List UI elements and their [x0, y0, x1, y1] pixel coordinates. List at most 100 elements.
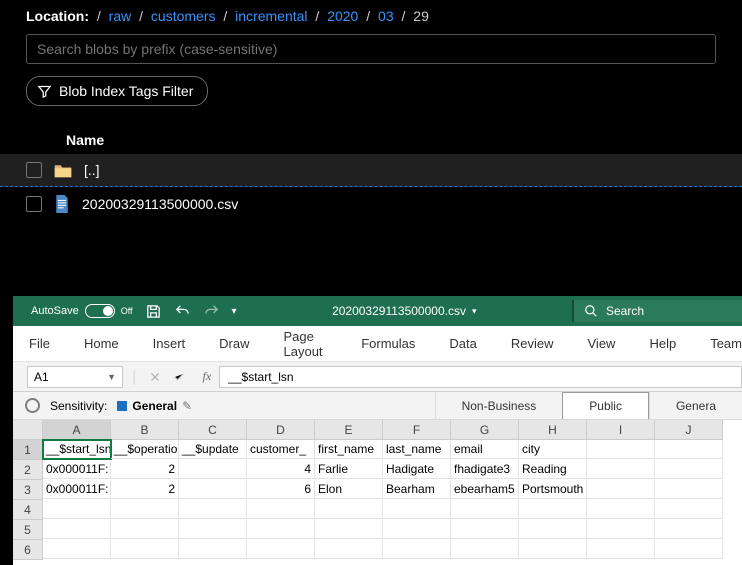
cell[interactable]: __$start_lsn: [43, 440, 111, 459]
column-header[interactable]: H: [519, 420, 587, 440]
column-header-name[interactable]: Name: [0, 106, 742, 154]
cell[interactable]: Hadigate: [383, 460, 451, 479]
cell[interactable]: [43, 540, 111, 559]
cell[interactable]: Farlie: [315, 460, 383, 479]
column-header[interactable]: D: [247, 420, 315, 440]
cell[interactable]: [111, 500, 179, 519]
cell[interactable]: [519, 540, 587, 559]
breadcrumb-link[interactable]: customers: [151, 8, 216, 24]
row-header[interactable]: 5: [13, 520, 43, 540]
cell[interactable]: Bearham: [383, 480, 451, 499]
ribbon-tab[interactable]: Review: [511, 336, 554, 351]
cell[interactable]: [655, 440, 723, 459]
column-header[interactable]: A: [43, 420, 111, 440]
cell[interactable]: [179, 520, 247, 539]
cell[interactable]: [247, 500, 315, 519]
column-header[interactable]: B: [111, 420, 179, 440]
cell[interactable]: [451, 540, 519, 559]
cell[interactable]: [179, 500, 247, 519]
cell[interactable]: 0x000011F:: [43, 460, 111, 479]
cell[interactable]: [655, 540, 723, 559]
cell[interactable]: 6: [247, 480, 315, 499]
spreadsheet-grid[interactable]: ABCDEFGHIJ 1__$start_lsn__$operation__$u…: [13, 420, 742, 560]
cell[interactable]: [587, 480, 655, 499]
enter-icon[interactable]: [173, 371, 185, 383]
cell[interactable]: last_name: [383, 440, 451, 459]
cell[interactable]: Elon: [315, 480, 383, 499]
cell[interactable]: city: [519, 440, 587, 459]
tag-filter-button[interactable]: Blob Index Tags Filter: [26, 76, 208, 106]
sensitivity-chip[interactable]: Public: [562, 392, 649, 419]
name-box[interactable]: A1▼: [27, 366, 123, 388]
cell[interactable]: [587, 440, 655, 459]
ribbon-tab[interactable]: Help: [649, 336, 676, 351]
cell[interactable]: fhadigate3: [451, 460, 519, 479]
formula-input[interactable]: __$start_lsn: [219, 366, 742, 388]
breadcrumb-link[interactable]: 03: [378, 8, 394, 24]
blob-file-row[interactable]: 20200329113500000.csv: [0, 187, 742, 221]
breadcrumb-link[interactable]: raw: [109, 8, 132, 24]
column-header[interactable]: F: [383, 420, 451, 440]
ribbon-tab[interactable]: Draw: [219, 336, 249, 351]
cell[interactable]: ebearham5: [451, 480, 519, 499]
breadcrumb-link[interactable]: incremental: [235, 8, 307, 24]
column-header[interactable]: E: [315, 420, 383, 440]
cell[interactable]: [655, 460, 723, 479]
cell[interactable]: [383, 520, 451, 539]
cell[interactable]: [655, 500, 723, 519]
cell[interactable]: [587, 500, 655, 519]
column-header[interactable]: I: [587, 420, 655, 440]
row-header[interactable]: 6: [13, 540, 43, 560]
ribbon-tab[interactable]: Formulas: [361, 336, 415, 351]
cell[interactable]: [519, 520, 587, 539]
cell[interactable]: [179, 480, 247, 499]
row-checkbox[interactable]: [26, 162, 42, 178]
cell[interactable]: 4: [247, 460, 315, 479]
cell[interactable]: [587, 540, 655, 559]
ribbon-tab[interactable]: Team: [710, 336, 742, 351]
cell[interactable]: first_name: [315, 440, 383, 459]
cell[interactable]: __$operation: [111, 440, 179, 459]
tell-me-search[interactable]: Search: [572, 300, 742, 322]
cell[interactable]: [383, 500, 451, 519]
cell[interactable]: [315, 520, 383, 539]
row-header[interactable]: 2: [13, 460, 43, 480]
cell[interactable]: [179, 540, 247, 559]
ribbon-tab[interactable]: File: [29, 336, 50, 351]
cell[interactable]: [247, 520, 315, 539]
cell[interactable]: email: [451, 440, 519, 459]
row-header[interactable]: 3: [13, 480, 43, 500]
cell[interactable]: [519, 500, 587, 519]
ribbon-tab[interactable]: View: [588, 336, 616, 351]
cell[interactable]: [451, 500, 519, 519]
cell[interactable]: customer_: [247, 440, 315, 459]
cell[interactable]: [111, 540, 179, 559]
ribbon-tab[interactable]: Home: [84, 336, 119, 351]
cell[interactable]: [111, 520, 179, 539]
select-all-corner[interactable]: [13, 420, 43, 440]
redo-icon[interactable]: [203, 303, 220, 320]
column-header[interactable]: G: [451, 420, 519, 440]
cell[interactable]: Reading: [519, 460, 587, 479]
ribbon-tab[interactable]: Insert: [153, 336, 186, 351]
pencil-icon[interactable]: ✎: [182, 399, 192, 413]
cancel-icon[interactable]: [149, 371, 161, 383]
cell[interactable]: [655, 520, 723, 539]
cell[interactable]: [315, 540, 383, 559]
ribbon-tab[interactable]: Data: [449, 336, 476, 351]
cell[interactable]: [43, 500, 111, 519]
sensitivity-chip[interactable]: Genera: [649, 392, 742, 419]
undo-icon[interactable]: [174, 303, 191, 320]
search-input[interactable]: [26, 34, 716, 64]
cell[interactable]: [247, 540, 315, 559]
cell[interactable]: Portsmouth: [519, 480, 587, 499]
ribbon-tab[interactable]: Page Layout: [284, 329, 328, 359]
parent-folder-row[interactable]: [..]: [0, 154, 742, 187]
column-header[interactable]: C: [179, 420, 247, 440]
cell[interactable]: __$update: [179, 440, 247, 459]
autosave-toggle[interactable]: AutoSave Off: [31, 304, 133, 318]
cell[interactable]: [655, 480, 723, 499]
sensitivity-chip[interactable]: Non-Business: [435, 392, 563, 419]
row-checkbox[interactable]: [26, 196, 42, 212]
cell[interactable]: [587, 460, 655, 479]
